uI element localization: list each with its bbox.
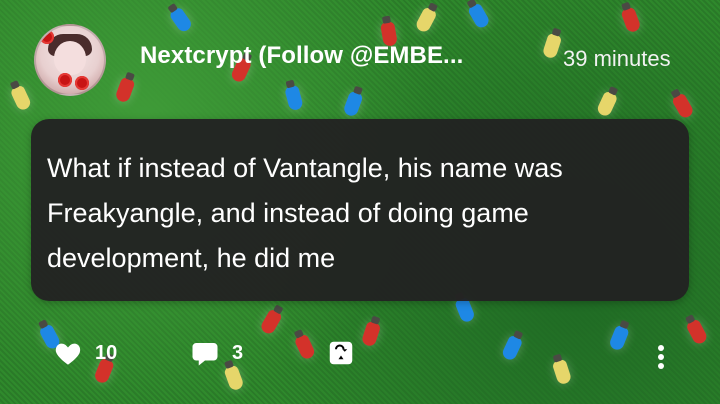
post-timestamp: 39 minutes	[563, 46, 671, 71]
comment-icon[interactable]	[190, 338, 220, 368]
heart-icon[interactable]	[53, 338, 83, 368]
post-header: Nextcrypt (Follow @EMBE... 39 minutes	[0, 0, 720, 120]
share-action[interactable]	[326, 338, 356, 368]
user-avatar[interactable]	[34, 24, 106, 96]
share-icon[interactable]	[326, 338, 356, 368]
like-count: 10	[95, 341, 118, 364]
author-name[interactable]: Nextcrypt (Follow @EMBE...	[140, 42, 463, 70]
rose-icon	[58, 73, 72, 87]
post-message-bubble: What if instead of Vantangle, his name w…	[31, 119, 689, 301]
post-actions-bar: 10 3	[0, 330, 720, 404]
comment-action[interactable]: 3	[190, 338, 243, 368]
comment-count: 3	[232, 341, 244, 364]
rose-icon	[75, 76, 89, 90]
more-vertical-icon[interactable]	[646, 342, 676, 372]
avatar-face	[54, 41, 86, 75]
post-text: What if instead of Vantangle, his name w…	[47, 153, 563, 273]
rose-icon	[40, 30, 54, 44]
more-options[interactable]	[646, 342, 676, 372]
like-action[interactable]: 10	[53, 338, 117, 368]
